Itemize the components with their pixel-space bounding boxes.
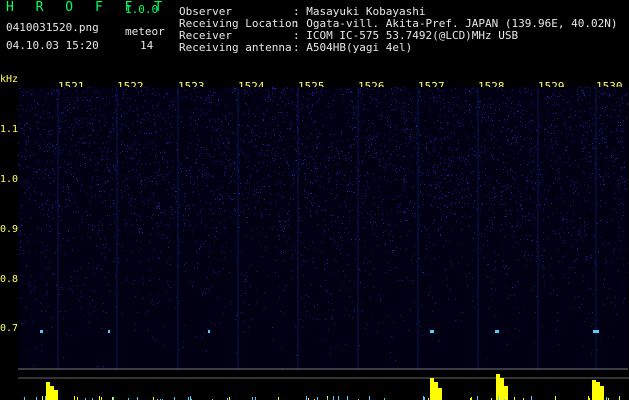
antenna-value: : A504HB(yagi 4el) bbox=[293, 41, 413, 54]
meteor-label: meteor bbox=[125, 25, 165, 38]
signal-strength-panel bbox=[0, 370, 629, 400]
spectrogram-plot bbox=[18, 87, 628, 370]
freq-tick-label: 1.1 bbox=[0, 124, 19, 135]
signal-peak bbox=[600, 386, 604, 400]
app-version: 1.0.0 bbox=[125, 3, 159, 16]
echo-trace bbox=[208, 330, 210, 333]
header-panel: H R O F F T 1.0.0 0410031520.png 04.10.0… bbox=[0, 0, 629, 72]
freq-tick-label: 0.8 bbox=[0, 274, 19, 285]
echo-trace bbox=[40, 330, 43, 333]
signal-peak bbox=[434, 382, 438, 400]
echo-trace bbox=[430, 330, 434, 333]
antenna-label: Receiving antenna bbox=[179, 41, 292, 54]
signal-peak bbox=[50, 386, 54, 400]
spectrogram-canvas bbox=[18, 87, 628, 370]
signal-peak bbox=[504, 386, 508, 400]
axis-unit-label: kHz bbox=[0, 74, 19, 85]
signal-peak bbox=[592, 380, 596, 400]
signal-peak bbox=[430, 378, 434, 400]
signal-bars bbox=[18, 374, 629, 400]
signal-peak bbox=[438, 388, 442, 400]
signal-peak bbox=[500, 378, 504, 400]
file-name: 0410031520.png bbox=[6, 21, 99, 34]
freq-tick-label: 1.0 bbox=[0, 174, 19, 185]
file-datetime: 04.10.03 15:20 bbox=[6, 39, 99, 52]
freq-tick-label: 0.7 bbox=[0, 323, 19, 334]
meteor-count: 14 bbox=[140, 39, 154, 52]
freq-tick-label: 0.9 bbox=[0, 224, 19, 235]
echo-trace bbox=[593, 330, 599, 333]
echo-trace bbox=[495, 330, 499, 333]
echo-trace bbox=[108, 330, 110, 333]
signal-peak bbox=[46, 382, 50, 400]
signal-peak bbox=[54, 390, 58, 400]
